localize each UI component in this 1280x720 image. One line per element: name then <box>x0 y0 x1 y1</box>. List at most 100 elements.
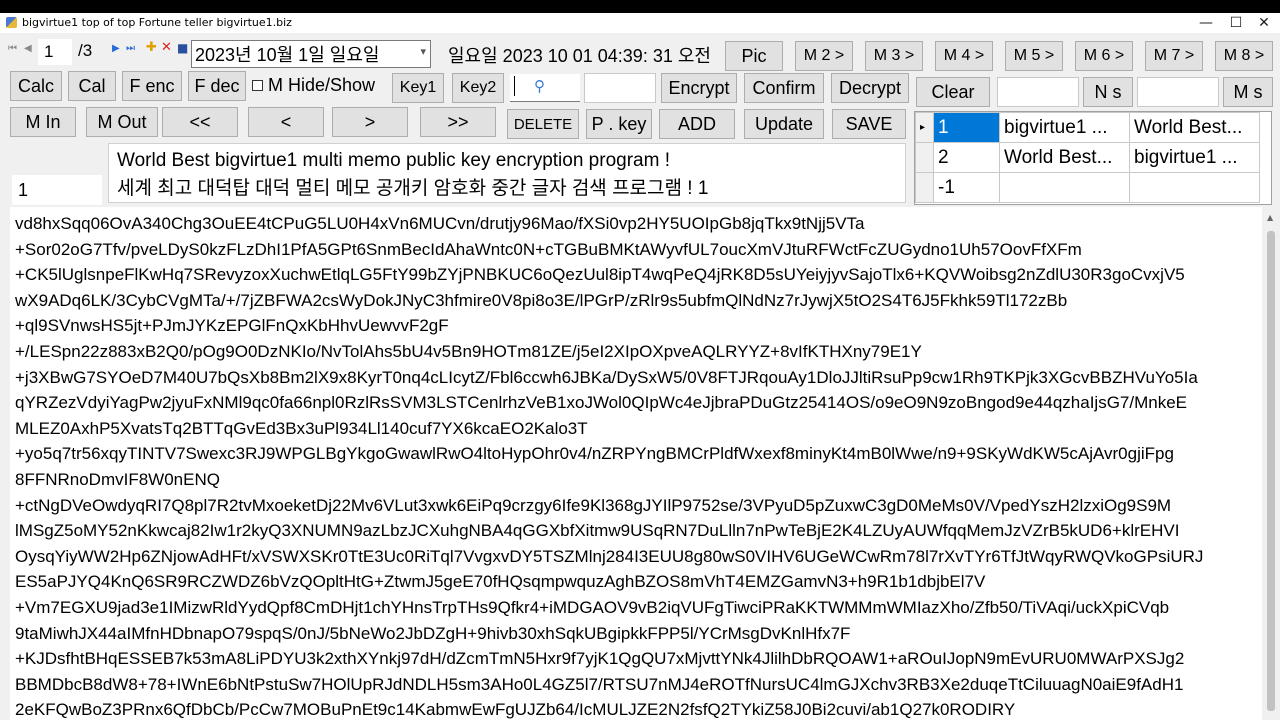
public-key-button[interactable]: P . key <box>586 109 652 139</box>
encrypted-line: +ql9SVnwsHS5jt+PJmJYKzEPGlFnQxKbHhvUewvv… <box>15 316 449 336</box>
row-col3[interactable]: bigvirtue1 ... <box>1129 142 1260 173</box>
memo-2-button[interactable]: M 2 > <box>795 41 853 71</box>
encrypted-line: +CK5lUglsnpeFlKwHq7SRevyzoxXuchwEtlqLG5F… <box>15 265 1185 285</box>
encrypted-text-area[interactable]: vd8hxSqq06OvA340Chg3OuEE4tCPuG5LU0H4xVn6… <box>10 207 1262 720</box>
first-record-button[interactable]: << <box>162 107 238 137</box>
key-input[interactable]: ⚲ <box>510 74 580 102</box>
file-decrypt-button[interactable]: F dec <box>188 71 246 101</box>
encrypted-line: BBMDbcB8dW8+78+IWnE6bNtPstuSw7HOlUpRJdND… <box>15 674 1184 694</box>
memo-in-button[interactable]: M In <box>10 107 76 137</box>
memo-hide-label: M Hide/Show <box>268 75 376 95</box>
encrypted-line: vd8hxSqq06OvA340Chg3OuEE4tCPuG5LU0H4xVn6… <box>15 214 865 233</box>
prev-record-button[interactable]: < <box>248 107 324 137</box>
memo-out-button[interactable]: M Out <box>86 107 158 137</box>
delete-icon[interactable]: ✕ <box>161 40 172 55</box>
minimize-button[interactable]: — <box>1192 13 1220 33</box>
window-title: bigvirtue1 top of top Fortune teller big… <box>22 16 292 29</box>
encrypted-line: lMSgZ5oMY52nKkwcaj82Iw1r2kyQ3XNUMN9azLbz… <box>15 521 1180 541</box>
search-icon: ⚲ <box>534 78 545 95</box>
memo-hide-checkbox[interactable] <box>252 80 263 91</box>
table-row[interactable]: ▸ 1 bigvirtue1 ... World Best... <box>915 112 1260 143</box>
text-cursor <box>514 76 515 96</box>
m-search-input[interactable] <box>1137 77 1219 107</box>
row-marker: ▸ <box>915 112 934 143</box>
row-id[interactable]: 2 <box>933 142 1000 173</box>
row-col3[interactable] <box>1129 172 1260 203</box>
encrypted-line: MLEZ0AxhP5XvatsTq2BTTqGvEd3Bx3uPl934Ll14… <box>15 418 588 438</box>
encrypted-line: +Vm7EGXU9jad3e1IMizwRldYydQpf8CmDHjt1chY… <box>15 597 1170 617</box>
memo-title-line-2: 세계 최고 대덕탑 대덕 멀티 메모 공개키 암호화 중간 글자 검색 프로그램… <box>117 178 709 199</box>
dropdown-arrow-icon[interactable]: ▾ <box>420 45 426 58</box>
memo-4-button[interactable]: M 4 > <box>935 41 993 71</box>
row-col3[interactable]: World Best... <box>1129 112 1260 143</box>
memo-3-button[interactable]: M 3 > <box>865 41 923 71</box>
add-icon[interactable]: ✚ <box>146 40 157 55</box>
first-icon[interactable]: ⏮ <box>8 43 17 54</box>
table-row[interactable]: 2 World Best... bigvirtue1 ... <box>915 142 1260 173</box>
scrollbar-thumb[interactable] <box>1267 231 1275 711</box>
cal-button[interactable]: Cal <box>68 71 116 101</box>
save-icon[interactable]: ■ <box>177 41 188 55</box>
memo-6-button[interactable]: M 6 > <box>1075 41 1133 71</box>
row-id[interactable]: -1 <box>933 172 1000 203</box>
row-marker <box>915 142 934 173</box>
confirm-button[interactable]: Confirm <box>744 73 824 103</box>
encrypted-line: +Sor02oG7Tfv/pveLDyS0kzFLzDhI1PfA5GPt6Sn… <box>15 239 1082 259</box>
prev-icon[interactable]: ◀ <box>24 43 32 54</box>
last-record-button[interactable]: >> <box>420 107 496 137</box>
encrypted-line: +KJDsfhtBHqESSEB7k53mA8LiPDYU3k2xthXYnkj… <box>15 649 1185 669</box>
encrypt-button[interactable]: Encrypt <box>661 73 737 103</box>
encrypted-line: 8FFNRnoDmvIF8W0nENQ <box>15 469 220 489</box>
decrypt-button[interactable]: Decrypt <box>831 73 909 103</box>
encrypted-line: +ctNgDVeOwdyqRI7Q8pl7R2tvMxoeketDj22Mv6V… <box>15 495 1172 515</box>
save-button[interactable]: SAVE <box>832 109 906 139</box>
date-picker[interactable]: 2023년 10월 1일 일요일 ▾ <box>191 40 431 68</box>
key2-button[interactable]: Key2 <box>452 73 504 103</box>
encrypted-line: +/LESpn22z883xB2Q0/pOg9O0DzNKIo/NvTolAhs… <box>15 341 922 361</box>
record-number-field[interactable]: 1 <box>12 175 102 205</box>
date-picker-value: 2023년 10월 1일 일요일 <box>195 45 380 65</box>
maximize-button[interactable]: ☐ <box>1222 13 1250 33</box>
row-col2[interactable]: World Best... <box>999 142 1130 173</box>
key1-button[interactable]: Key1 <box>392 73 444 103</box>
memo-title-line-1: World Best bigvirtue1 multi memo public … <box>117 150 670 171</box>
next-record-button[interactable]: > <box>332 107 408 137</box>
datetime-display: 일요일 2023 10 01 04:39: 31 오전 <box>448 46 711 66</box>
encrypted-line: 2eKFQwBoZ3PRnx6QfDbCb/PcCw7MOBuPnEt9c14K… <box>15 700 1016 720</box>
calc-button[interactable]: Calc <box>10 71 62 101</box>
memo-7-button[interactable]: M 7 > <box>1145 41 1203 71</box>
encrypted-line: wX9ADq6LK/3CybCVgMTa/+/7jZBFWA2csWyDokJN… <box>15 290 1068 310</box>
page-current[interactable]: 1 <box>38 39 72 65</box>
delete-button[interactable]: DELETE <box>507 109 579 139</box>
memo-list-grid[interactable]: ▸ 1 bigvirtue1 ... World Best... 2 World… <box>914 111 1272 205</box>
title-bar: bigvirtue1 top of top Fortune teller big… <box>0 13 1280 33</box>
last-icon[interactable]: ⏭ <box>126 43 135 54</box>
memo-8-button[interactable]: M 8 > <box>1215 41 1273 71</box>
scroll-up-icon[interactable]: ▲ <box>1267 213 1273 222</box>
memo-title-box[interactable]: World Best bigvirtue1 multi memo public … <box>108 143 906 203</box>
n-search-button[interactable]: N s <box>1083 77 1133 107</box>
next-icon[interactable]: ▶ <box>112 43 120 54</box>
clear-button[interactable]: Clear <box>916 77 990 107</box>
encrypted-line: +yo5q7tr56xqyTINTV7Swexc3RJ9WPGLBgYkgoGw… <box>15 444 1174 464</box>
app-icon <box>6 17 17 28</box>
page-total: /3 <box>78 41 93 60</box>
app-window: bigvirtue1 top of top Fortune teller big… <box>0 13 1280 720</box>
row-id[interactable]: 1 <box>933 112 1000 143</box>
close-button[interactable]: ✕ <box>1250 13 1278 33</box>
row-col2[interactable]: bigvirtue1 ... <box>999 112 1130 143</box>
file-encrypt-button[interactable]: F enc <box>122 71 182 101</box>
encrypted-line: 9taMiwhJX44aIMfnHDbnapO79spqS/0nJ/5bNeWo… <box>15 623 851 643</box>
memo-5-button[interactable]: M 5 > <box>1005 41 1063 71</box>
add-button[interactable]: ADD <box>659 109 735 139</box>
encrypted-line: OysqYiyWW2Hp6ZNjowAdHFt/xVSWXSKr0TtE3Uc0… <box>15 546 1204 566</box>
vertical-scrollbar[interactable]: ▲ <box>1262 207 1280 720</box>
encrypted-line: ES5aPJYQ4KnQ6SR9RCZWDZ6bVzQOpltHtG+ZtwmJ… <box>15 572 986 592</box>
key2-input[interactable] <box>584 73 656 103</box>
update-button[interactable]: Update <box>744 109 824 139</box>
row-col2[interactable] <box>999 172 1130 203</box>
pic-button[interactable]: Pic <box>725 41 783 71</box>
n-search-input[interactable] <box>997 77 1079 107</box>
table-row[interactable]: -1 <box>915 172 1260 203</box>
m-search-button[interactable]: M s <box>1223 77 1273 107</box>
